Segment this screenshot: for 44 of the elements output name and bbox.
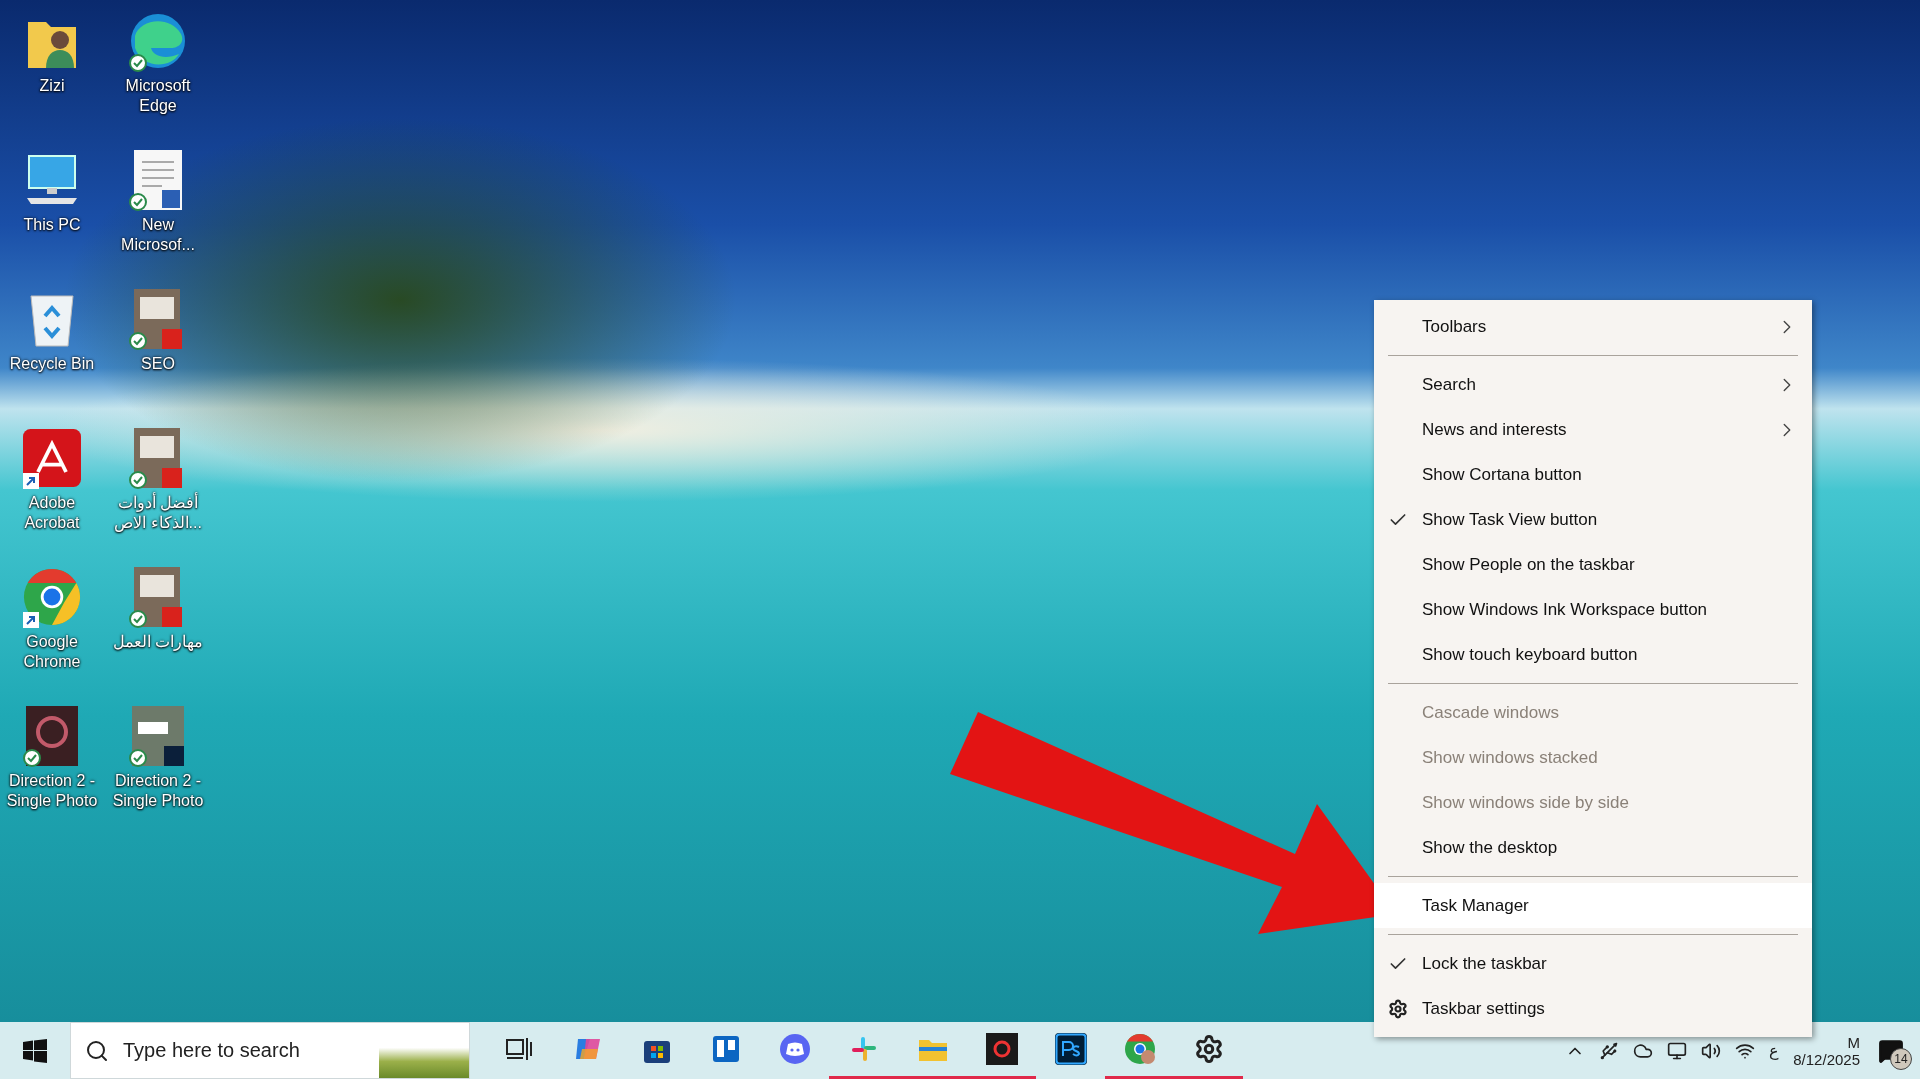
pdf-document-icon [132,428,184,488]
task-view-icon [504,1036,533,1062]
menu-item[interactable]: Show Task View button [1374,497,1812,542]
menu-item[interactable]: Show the desktop [1374,825,1812,870]
desktop-icon-label[interactable]: New Microsof... [106,215,210,255]
usb-icon[interactable] [1599,1040,1620,1061]
photo-thumbnail-icon [26,706,78,766]
pdf-document-icon [132,289,184,349]
menu-item[interactable]: Search [1374,362,1812,407]
menu-item[interactable]: Task Manager [1374,883,1812,928]
discord-logo-icon [778,1033,811,1065]
monitor-icon[interactable] [1667,1040,1688,1061]
volume-icon[interactable] [1701,1040,1722,1061]
menu-item[interactable]: Lock the taskbar [1374,941,1812,986]
menu-item[interactable]: Show People on the taskbar [1374,542,1812,587]
clock-time[interactable]: M [1847,1033,1860,1051]
settings-icon [1388,998,1408,1019]
windows-logo-icon [23,1038,47,1063]
menu-item[interactable]: Taskbar settings [1374,986,1812,1031]
settings-icon [1193,1034,1224,1064]
search-box[interactable]: Type here to search [70,1022,470,1079]
menu-item[interactable]: News and interests [1374,407,1812,452]
chrome-logo-icon [23,566,81,628]
acrobat-icon [23,427,81,489]
record-app-icon [985,1033,1018,1065]
desktop-icon-label[interactable]: SEO [106,354,210,374]
menu-item[interactable]: Toolbars [1374,304,1812,349]
desktop-icon-label[interactable]: Zizi [0,76,104,96]
word-document-icon [132,150,184,210]
menu-item[interactable]: Show Windows Ink Workspace button [1374,587,1812,632]
desktop-icon-label[interactable]: Recycle Bin [0,354,104,374]
notification-count: 14 [1890,1047,1912,1070]
photoshop-icon [1054,1033,1087,1065]
input-language-indicator[interactable]: ع [1769,1041,1780,1060]
edge-logo-icon [129,12,187,70]
clock-date[interactable]: 8/12/2025 [1793,1050,1860,1068]
desktop-icon-label[interactable]: Microsoft Edge [106,76,210,116]
menu-item[interactable]: Show touch keyboard button [1374,632,1812,677]
search-icon [85,1038,109,1063]
pdf-document-icon [132,567,184,627]
menu-item[interactable]: Show Cortana button [1374,452,1812,497]
chrome-logo-icon [1123,1033,1156,1065]
photo-thumbnail-icon [132,706,184,766]
desktop-icon-label[interactable]: This PC [0,215,104,235]
